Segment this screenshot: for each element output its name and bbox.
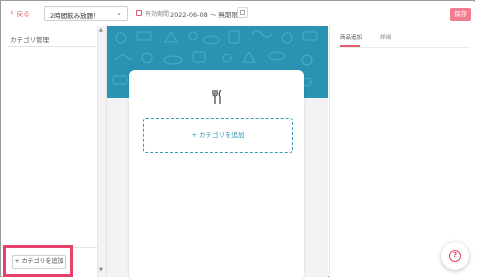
menu-preview: + カテゴリを追加 bbox=[107, 26, 328, 280]
period-label: 有効期間 bbox=[145, 11, 170, 18]
calendar-icon bbox=[136, 10, 142, 16]
help-button[interactable]: ? bbox=[441, 242, 469, 270]
plan-select-value: 2時間飲み放題！ bbox=[50, 12, 100, 20]
cutlery-icon bbox=[212, 90, 222, 104]
tab-details[interactable]: 詳細 bbox=[380, 33, 391, 41]
scroll-down-icon[interactable]: ▼ bbox=[99, 267, 103, 273]
scroll-up-icon[interactable]: ▲ bbox=[99, 27, 103, 33]
divider bbox=[8, 46, 96, 47]
app-window: ‹ 戻る 2時間飲み放題！ ⌄ 有効期間 2022-06-08 〜 無期限 保存… bbox=[0, 0, 476, 280]
category-panel-title: カテゴリ管理 bbox=[10, 36, 49, 44]
add-category-button-sidebar[interactable]: + カテゴリを追加 bbox=[12, 255, 66, 269]
save-button[interactable]: 保存 bbox=[450, 8, 471, 21]
divider bbox=[336, 47, 470, 48]
caret-down-icon: ⌄ bbox=[116, 9, 122, 17]
chevron-left-icon: ‹ bbox=[10, 8, 14, 18]
detail-panel: 商品追加 詳細 bbox=[329, 26, 476, 277]
period-value: 2022-06-08 〜 無期限 bbox=[170, 10, 238, 19]
plan-select[interactable]: 2時間飲み放題！ ⌄ bbox=[44, 6, 128, 21]
top-bar: ‹ 戻る 2時間飲み放題！ ⌄ 有効期間 2022-06-08 〜 無期限 保存 bbox=[2, 2, 475, 27]
back-button[interactable]: ‹ 戻る bbox=[10, 8, 30, 19]
back-label: 戻る bbox=[16, 10, 30, 18]
highlight-box: + カテゴリを追加 bbox=[3, 245, 73, 277]
category-panel: カテゴリ管理 bbox=[2, 26, 98, 277]
add-category-button[interactable]: + カテゴリを追加 bbox=[143, 118, 293, 153]
help-icon: ? bbox=[449, 250, 461, 262]
calendar-button[interactable] bbox=[237, 7, 248, 18]
menu-card: + カテゴリを追加 bbox=[129, 70, 304, 280]
tab-add-product[interactable]: 商品追加 bbox=[340, 33, 362, 41]
scrollbar[interactable]: ▲ ▼ bbox=[98, 26, 107, 277]
